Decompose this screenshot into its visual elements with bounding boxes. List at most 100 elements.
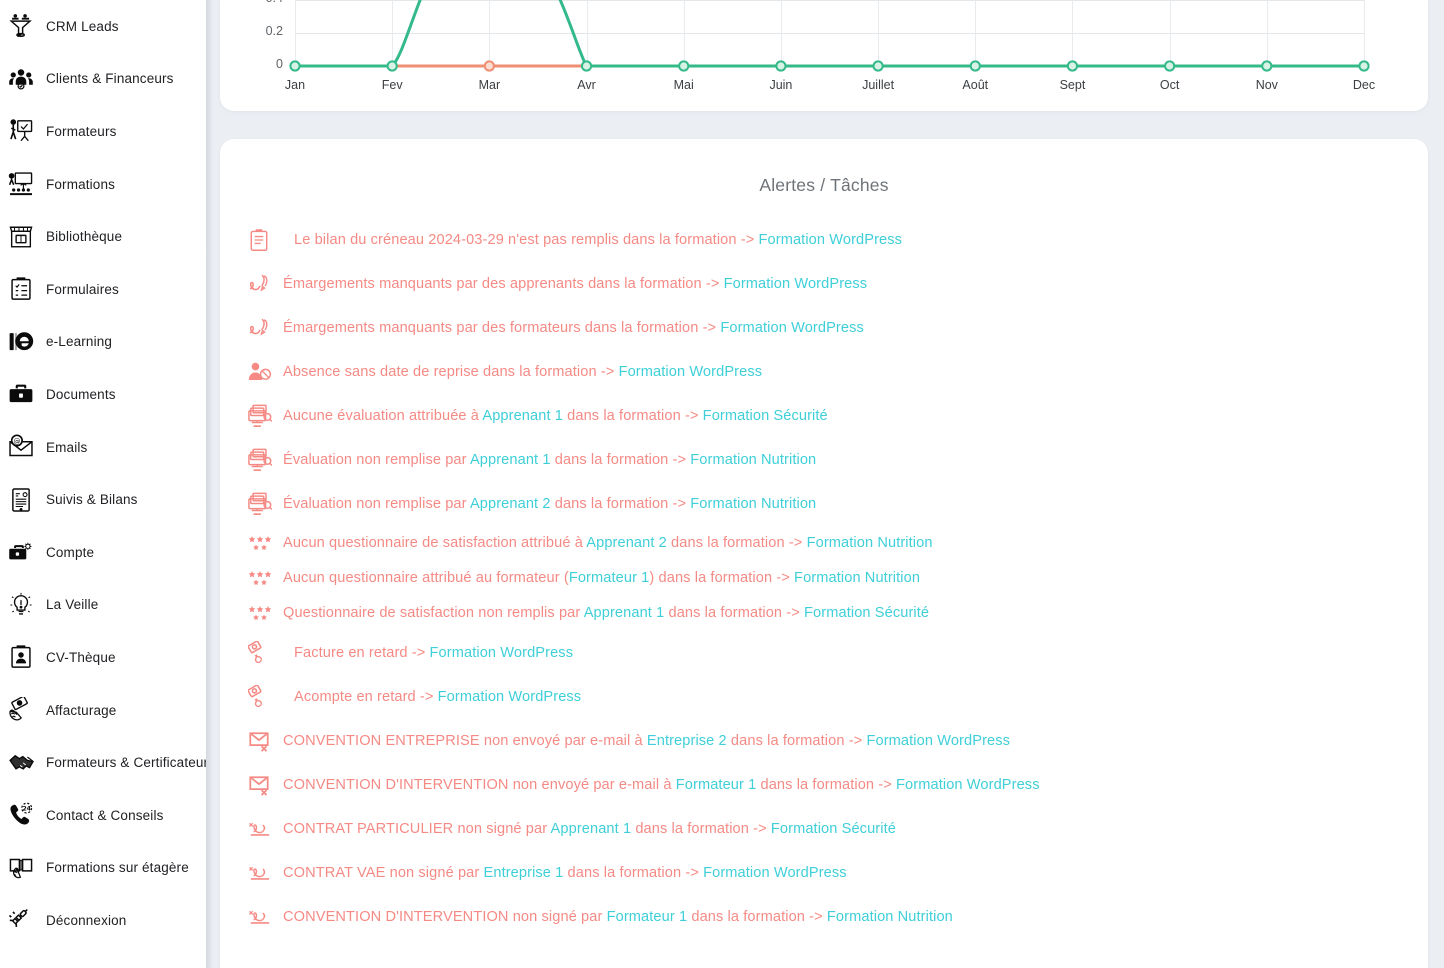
alert-row[interactable]: Le bilan du créneau 2024-03-29 n'est pas… [246,218,1402,262]
alert-text-segment: Émargements manquants par des apprenants… [283,275,720,292]
evaluation-screen-icon [248,445,278,475]
alert-text-segment: dans la formation -> [631,820,767,837]
alert-link[interactable]: Formation WordPress [862,733,1010,749]
alert-text-segment: Questionnaire de satisfaction non rempli… [283,605,584,622]
hand-banknote-icon [6,695,36,725]
alert-link[interactable]: Apprenant 1 [551,821,632,837]
sidebar-item-affacturage[interactable]: Affacturage [0,684,206,737]
alert-row[interactable]: Absence sans date de reprise dans la for… [246,350,1402,394]
alert-link[interactable]: Formation Nutrition [686,452,816,468]
alert-link[interactable]: Apprenant 2 [586,535,667,551]
alert-message: Émargements manquants par des formateurs… [283,319,864,337]
alert-link[interactable]: Formation WordPress [425,645,573,661]
app-root: CRM Leads Clients & Financeurs Formateurs F… [0,0,1444,968]
unsigned-contract-icon [248,858,278,888]
alert-row[interactable]: Questionnaire de satisfaction non rempli… [246,596,1402,631]
signature-pen-icon [248,313,278,343]
alert-link[interactable]: Formation WordPress [434,689,582,705]
sidebar-item-label: Bibliothèque [46,229,123,245]
sidebar-item-cv-th-que[interactable]: CV-Thèque [0,631,206,684]
sidebar-item-documents[interactable]: Documents [0,368,206,421]
alert-link[interactable]: Formation Sécurité [699,408,828,424]
sidebar-scroll-area[interactable]: CRM Leads Clients & Financeurs Formateurs F… [0,0,206,968]
alert-row[interactable]: Évaluation non remplise par Apprenant 1 … [246,438,1402,482]
alert-message: Évaluation non remplise par Apprenant 2 … [283,495,816,513]
alert-link[interactable]: Formateur 1 [676,777,757,793]
chart-series-layer [289,0,1370,72]
alert-text-segment: dans la formation -> [550,451,687,468]
alert-message: Facture en retard -> Formation WordPress [294,644,573,662]
sidebar-item-la-veille[interactable]: La Veille [0,579,206,632]
sidebar-item-biblioth-que[interactable]: Bibliothèque [0,210,206,263]
alert-row[interactable]: CONTRAT VAE non signé par Entreprise 1 d… [246,851,1402,895]
alert-link[interactable]: Apprenant 1 [584,605,665,621]
alert-link[interactable]: Formation WordPress [716,320,864,336]
sidebar-item-compte[interactable]: Compte [0,526,206,579]
clipboard-checklist-icon [6,274,36,304]
briefcase-gear-icon [6,537,36,567]
page-title: Alertes / Tâches [759,175,889,195]
sidebar-item-formateurs[interactable]: Formateurs [0,105,206,158]
sidebar-item-formations-sur-tag-re[interactable]: Formations sur étagère [0,842,206,895]
sidebar-item-formulaires[interactable]: Formulaires [0,263,206,316]
alert-link[interactable]: Apprenant 1 [482,408,563,424]
sidebar-item-formations[interactable]: Formations [0,158,206,211]
phone-24h-icon: 24 [6,800,36,830]
sidebar-item-label: Documents [46,386,116,402]
alert-row[interactable]: Aucune évaluation attribuée à Apprenant … [246,394,1402,438]
sidebar-item-clients-financeurs[interactable]: Clients & Financeurs [0,53,206,106]
alert-link[interactable]: Formation WordPress [699,865,847,881]
alert-link[interactable]: Formation Sécurité [800,605,929,621]
alert-text-segment: Facture en retard -> [294,644,426,661]
alert-link[interactable]: Apprenant 1 [470,452,551,468]
alert-row[interactable]: Émargements manquants par des apprenants… [246,262,1402,306]
alert-link[interactable]: Formation WordPress [754,232,902,248]
alert-link[interactable]: Formation Nutrition [790,570,920,586]
sidebar-item-label: e-Learning [46,334,113,350]
sidebar-item-d-connexion[interactable]: Déconnexion [0,894,206,947]
alert-link[interactable]: Entreprise 2 [647,733,727,749]
alert-text-segment: CONVENTION D'INTERVENTION non envoyé par… [283,776,676,793]
alert-row[interactable]: Aucun questionnaire attribué au formateu… [246,561,1402,596]
sidebar-item-crm-leads[interactable]: CRM Leads [0,0,206,53]
alert-link[interactable]: Formation Nutrition [686,496,816,512]
library-store-icon [6,222,36,252]
alert-row[interactable]: CONVENTION ENTREPRISE non envoyé par e-m… [246,719,1402,763]
alert-row[interactable]: Facture en retard -> Formation WordPress [246,631,1402,675]
alert-link[interactable]: Formation WordPress [892,777,1040,793]
alert-row[interactable]: Acompte en retard -> Formation WordPress [246,675,1402,719]
handshake-icon [6,748,36,778]
sidebar-item-label: Emails [46,439,88,455]
signature-pen-icon [248,269,278,299]
main-content: 00.20.4JanFevMarAvrMaiJuinJuilletAoûtSep… [206,0,1444,968]
alert-link[interactable]: Formation Nutrition [802,535,933,551]
sidebar-item-label: Affacturage [46,702,117,718]
alert-row[interactable]: CONTRAT PARTICULIER non signé par Appren… [246,807,1402,851]
alert-link[interactable]: Formateur 1 [607,909,688,925]
sidebar-item-label: Formations sur étagère [46,860,189,876]
lightbulb-icon [6,590,36,620]
line-chart[interactable]: 00.20.4JanFevMarAvrMaiJuinJuilletAoûtSep… [220,0,1428,111]
alert-text-segment: dans la formation -> [666,535,803,552]
alert-message: CONTRAT PARTICULIER non signé par Appren… [283,820,896,838]
alert-link[interactable]: Formation WordPress [614,364,762,380]
activity-chart-card: 00.20.4JanFevMarAvrMaiJuinJuilletAoûtSep… [220,0,1428,111]
alert-link[interactable]: Formation Sécurité [767,821,896,837]
alert-link[interactable]: Apprenant 2 [470,496,551,512]
alert-row[interactable]: Émargements manquants par des formateurs… [246,306,1402,350]
alert-link[interactable]: Formation WordPress [719,276,867,292]
alert-message: CONVENTION D'INTERVENTION non envoyé par… [283,776,1040,794]
sidebar-item-contact-conseils[interactable]: 24 Contact & Conseils [0,789,206,842]
alert-row[interactable]: CONVENTION D'INTERVENTION non signé par … [246,895,1402,939]
absent-person-icon [248,357,278,387]
alert-row[interactable]: Aucun questionnaire de satisfaction attr… [246,526,1402,561]
alert-link[interactable]: Formation Nutrition [823,909,953,925]
sidebar-item-formateurs-certificateurs[interactable]: Formateurs & Certificateurs [0,736,206,789]
alert-row[interactable]: CONVENTION D'INTERVENTION non envoyé par… [246,763,1402,807]
alert-row[interactable]: Évaluation non remplise par Apprenant 2 … [246,482,1402,526]
alert-link[interactable]: Entreprise 1 [484,865,564,881]
sidebar-item-e-learning[interactable]: e-Learning [0,316,206,369]
sidebar-item-suivis-bilans[interactable]: Suivis & Bilans [0,473,206,526]
sidebar-item-emails[interactable]: @ Emails [0,421,206,474]
alert-link[interactable]: Formateur 1 [569,570,650,586]
